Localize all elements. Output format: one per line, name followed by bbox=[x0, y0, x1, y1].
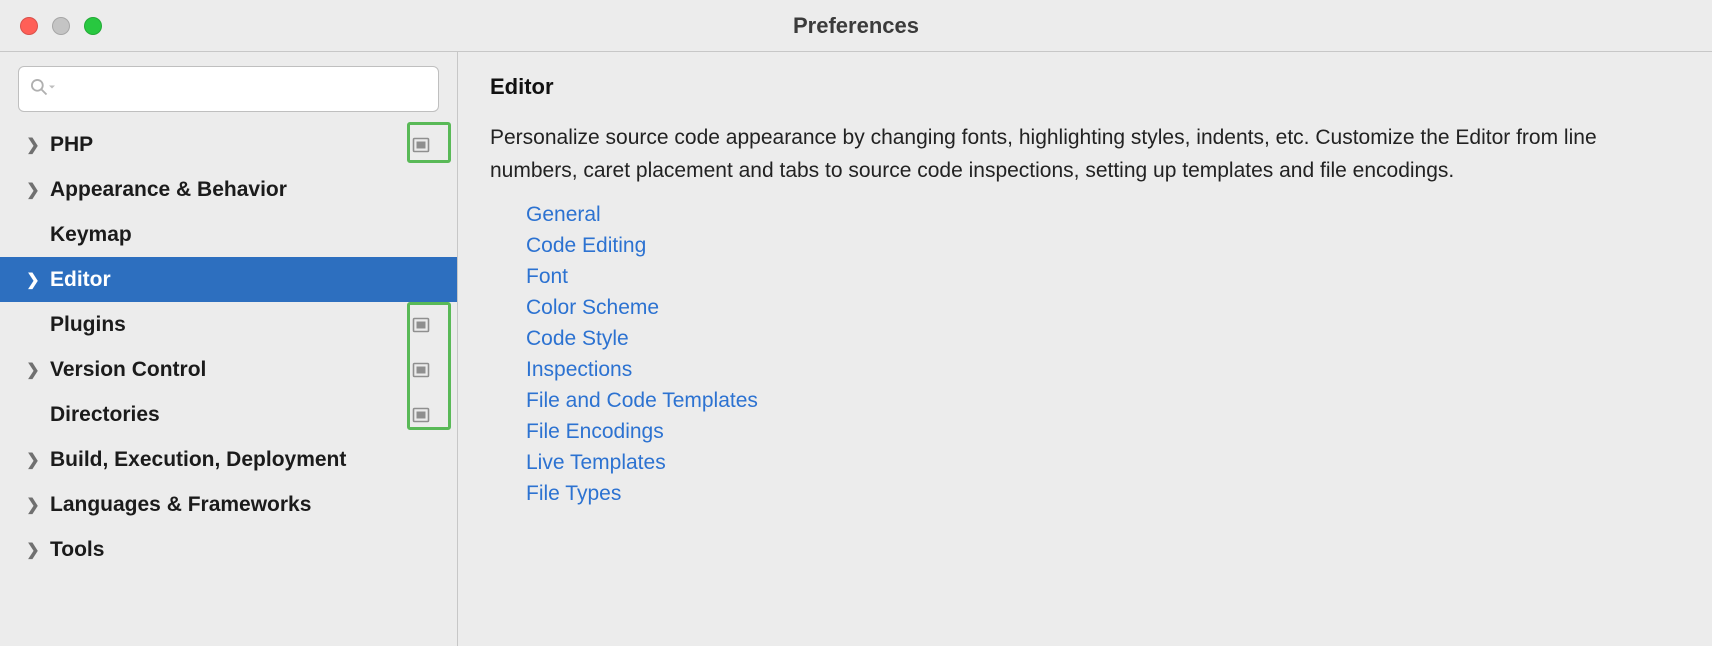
page-title: Editor bbox=[490, 74, 1680, 100]
subpage-link-file-and-code-templates[interactable]: File and Code Templates bbox=[526, 389, 1680, 413]
sidebar-item-version-control[interactable]: ❯ Version Control bbox=[0, 347, 457, 392]
zoom-window-button[interactable] bbox=[84, 17, 102, 35]
project-level-settings-icon bbox=[411, 316, 431, 334]
project-level-settings-icon bbox=[411, 136, 431, 154]
sidebar-item-editor[interactable]: ❯ Editor bbox=[0, 257, 457, 302]
sidebar-item-label: Keymap bbox=[50, 223, 399, 247]
subpage-link-live-templates[interactable]: Live Templates bbox=[526, 451, 1680, 475]
minimize-window-button[interactable] bbox=[52, 17, 70, 35]
sidebar-item-tools[interactable]: ❯ Tools bbox=[0, 527, 457, 572]
sidebar-item-directories[interactable]: Directories bbox=[0, 392, 457, 437]
sidebar-item-keymap[interactable]: Keymap bbox=[0, 212, 457, 257]
sidebar-item-languages-frameworks[interactable]: ❯ Languages & Frameworks bbox=[0, 482, 457, 527]
subpage-link-code-style[interactable]: Code Style bbox=[526, 327, 1680, 351]
sidebar-item-label: Plugins bbox=[50, 313, 399, 337]
expand-chevron-icon[interactable]: ❯ bbox=[22, 270, 44, 290]
sidebar-item-label: Editor bbox=[50, 268, 399, 292]
sidebar-item-label: Build, Execution, Deployment bbox=[50, 448, 399, 472]
expand-chevron-icon[interactable]: ❯ bbox=[22, 360, 44, 380]
subpage-link-color-scheme[interactable]: Color Scheme bbox=[526, 296, 1680, 320]
window-controls bbox=[20, 17, 102, 35]
project-level-settings-icon bbox=[411, 361, 431, 379]
titlebar: Preferences bbox=[0, 0, 1712, 52]
subpage-link-inspections[interactable]: Inspections bbox=[526, 358, 1680, 382]
page-description: Personalize source code appearance by ch… bbox=[490, 122, 1680, 187]
search-input[interactable] bbox=[64, 77, 428, 102]
sidebar-item-label: Version Control bbox=[50, 358, 399, 382]
expand-chevron-icon[interactable]: ❯ bbox=[22, 180, 44, 200]
sidebar: ❯ PHP ❯ Appearance & Behavior Keymap ❯ Editor P… bbox=[0, 52, 458, 646]
sidebar-item-plugins[interactable]: Plugins bbox=[0, 302, 457, 347]
sidebar-item-label: Languages & Frameworks bbox=[50, 493, 399, 517]
sidebar-item-label: Directories bbox=[50, 403, 399, 427]
window-title: Preferences bbox=[0, 13, 1712, 39]
settings-tree: ❯ PHP ❯ Appearance & Behavior Keymap ❯ Editor P… bbox=[0, 122, 457, 646]
expand-chevron-icon[interactable]: ❯ bbox=[22, 450, 44, 470]
expand-chevron-icon[interactable]: ❯ bbox=[22, 135, 44, 155]
search-field[interactable] bbox=[18, 66, 439, 112]
subpage-link-file-encodings[interactable]: File Encodings bbox=[526, 420, 1680, 444]
subpage-link-font[interactable]: Font bbox=[526, 265, 1680, 289]
sidebar-item-label: Appearance & Behavior bbox=[50, 178, 399, 202]
sidebar-item-label: PHP bbox=[50, 133, 399, 157]
sidebar-item-build-execution-deployment[interactable]: ❯ Build, Execution, Deployment bbox=[0, 437, 457, 482]
subpage-links: General Code Editing Font Color Scheme Code … bbox=[526, 203, 1680, 506]
sidebar-item-appearance-behavior[interactable]: ❯ Appearance & Behavior bbox=[0, 167, 457, 212]
project-level-settings-icon bbox=[411, 406, 431, 424]
subpage-link-general[interactable]: General bbox=[526, 203, 1680, 227]
sidebar-item-label: Tools bbox=[50, 538, 399, 562]
close-window-button[interactable] bbox=[20, 17, 38, 35]
expand-chevron-icon[interactable]: ❯ bbox=[22, 495, 44, 515]
subpage-link-code-editing[interactable]: Code Editing bbox=[526, 234, 1680, 258]
expand-chevron-icon[interactable]: ❯ bbox=[22, 540, 44, 560]
subpage-link-file-types[interactable]: File Types bbox=[526, 482, 1680, 506]
content-pane: Editor Personalize source code appearanc… bbox=[458, 52, 1712, 646]
sidebar-item-php[interactable]: ❯ PHP bbox=[0, 122, 457, 167]
